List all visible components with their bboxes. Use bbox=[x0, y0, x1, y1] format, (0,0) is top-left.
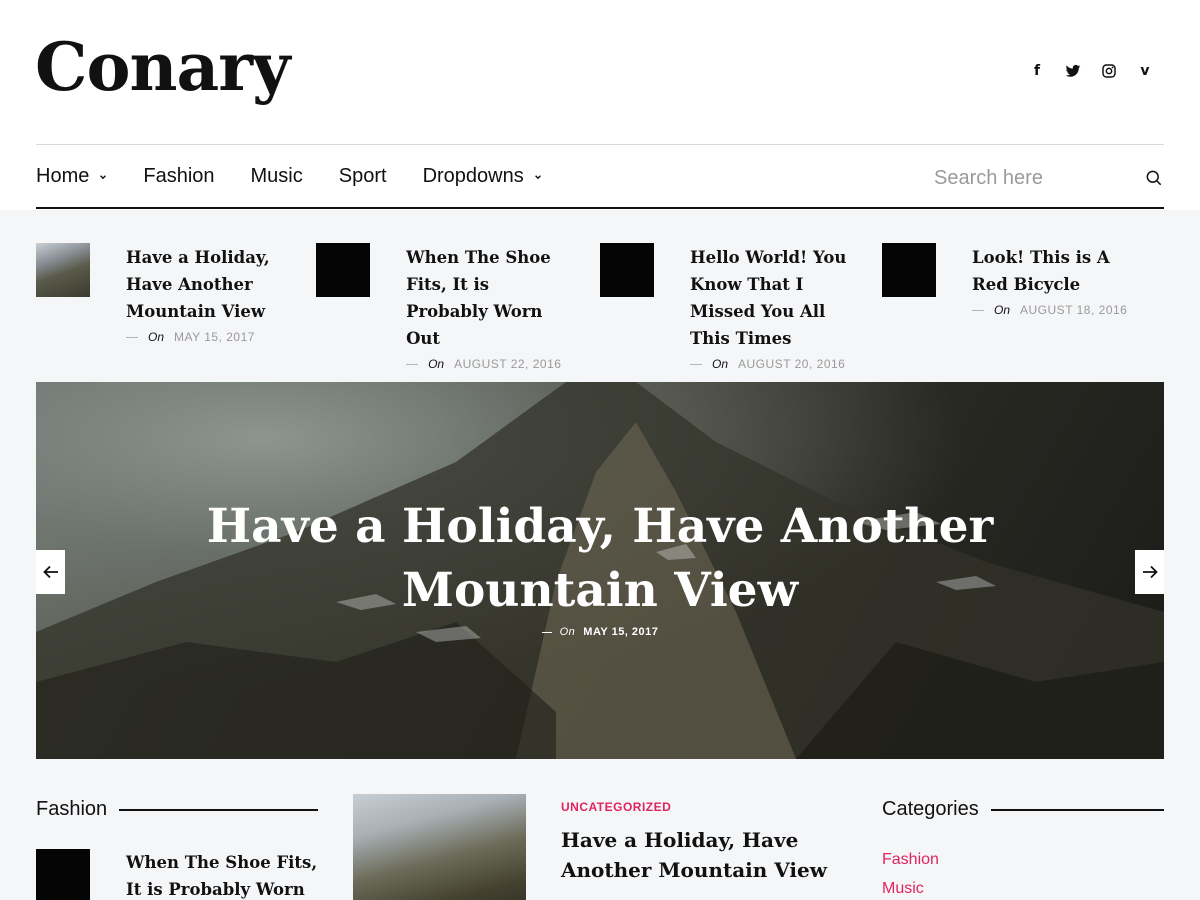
post-thumbnail[interactable] bbox=[316, 243, 371, 297]
fashion-post[interactable]: When The Shoe Fits, It is Probably Worn … bbox=[36, 849, 321, 900]
facebook-icon[interactable]: f bbox=[1028, 62, 1046, 80]
categories-section-heading: Categories bbox=[882, 798, 1164, 821]
social-links: f v bbox=[1028, 62, 1154, 80]
site-logo[interactable]: Conary bbox=[35, 28, 290, 106]
search-box bbox=[934, 163, 1164, 193]
post-title[interactable]: Have a Holiday, Have Another Mountain Vi… bbox=[126, 244, 286, 325]
chevron-down-icon bbox=[100, 174, 107, 179]
post-meta: On AUGUST 22, 2016 bbox=[406, 357, 566, 371]
slider-next-button[interactable] bbox=[1135, 550, 1164, 594]
post-meta: On AUGUST 18, 2016 bbox=[972, 303, 1132, 317]
twitter-icon[interactable] bbox=[1064, 62, 1082, 80]
nav-item-music[interactable]: Music bbox=[251, 165, 303, 188]
hero-title[interactable]: Have a Holiday, Have Another Mountain Vi… bbox=[36, 495, 1164, 623]
nav-item-home[interactable]: Home bbox=[36, 165, 107, 188]
post-title[interactable]: Have a Holiday, Have Another Mountain Vi… bbox=[561, 825, 851, 885]
nav-item-label: Music bbox=[250, 165, 303, 187]
search-icon[interactable] bbox=[1144, 168, 1164, 188]
nav-item-fashion[interactable]: Fashion bbox=[143, 165, 214, 188]
meta-dash bbox=[690, 363, 702, 365]
meta-on: On bbox=[428, 357, 445, 371]
section-title: Categories bbox=[882, 798, 979, 820]
feature-post-image[interactable] bbox=[353, 794, 526, 900]
post-title[interactable]: Hello World! You Know That I Missed You … bbox=[690, 244, 850, 352]
post-date: MAY 15, 2017 bbox=[174, 330, 255, 344]
mini-post[interactable]: Have a Holiday, Have Another Mountain Vi… bbox=[36, 243, 316, 371]
search-input[interactable] bbox=[934, 166, 1124, 190]
nav-item-label: Home bbox=[36, 165, 90, 187]
nav-item-label: Fashion bbox=[143, 165, 215, 187]
chevron-down-icon bbox=[534, 174, 541, 179]
meta-dash bbox=[406, 363, 419, 365]
meta-dash bbox=[541, 631, 552, 633]
category-link-fashion[interactable]: Fashion bbox=[882, 845, 939, 874]
arrow-left-icon bbox=[42, 565, 58, 579]
hero-slider[interactable]: Have a Holiday, Have Another Mountain Vi… bbox=[36, 382, 1164, 759]
meta-on: On bbox=[994, 303, 1011, 317]
hero-meta: On MAY 15, 2017 bbox=[36, 626, 1164, 638]
mini-post-strip: Have a Holiday, Have Another Mountain Vi… bbox=[36, 243, 1164, 371]
meta-dash bbox=[126, 336, 138, 338]
feature-post: UNCATEGORIZED Have a Holiday, Have Anoth… bbox=[561, 800, 851, 885]
nav-item-sport[interactable]: Sport bbox=[339, 165, 387, 188]
arrow-right-icon bbox=[1142, 565, 1158, 579]
slider-prev-button[interactable] bbox=[36, 550, 65, 594]
nav-item-label: Dropdowns bbox=[422, 165, 524, 187]
section-rule bbox=[119, 808, 318, 811]
post-meta: On MAY 15, 2017 bbox=[126, 330, 286, 344]
mini-post[interactable]: When The Shoe Fits, It is Probably Worn … bbox=[316, 243, 600, 371]
meta-on: On bbox=[148, 330, 165, 344]
mini-post[interactable]: Look! This is A Red Bicycle On AUGUST 18… bbox=[882, 243, 1164, 371]
meta-dash bbox=[972, 309, 984, 311]
meta-on: On bbox=[712, 357, 729, 371]
post-date: AUGUST 18, 2016 bbox=[1020, 303, 1128, 317]
categories-list: Fashion Music bbox=[882, 845, 939, 900]
post-date: AUGUST 22, 2016 bbox=[454, 357, 562, 371]
main-nav: Home Fashion Music Sport Dropdowns bbox=[36, 165, 578, 188]
post-date: AUGUST 20, 2016 bbox=[738, 357, 846, 371]
meta-on: On bbox=[559, 626, 576, 638]
nav-divider bbox=[36, 207, 1164, 209]
post-thumbnail[interactable] bbox=[882, 243, 936, 297]
header-divider bbox=[36, 144, 1164, 145]
vimeo-icon[interactable]: v bbox=[1136, 62, 1154, 80]
site-header: Conary f v Home Fashion Music Sport Drop… bbox=[0, 0, 1200, 210]
nav-item-label: Sport bbox=[338, 165, 387, 187]
post-title[interactable]: When The Shoe Fits, It is Probably Worn … bbox=[406, 244, 566, 352]
section-rule bbox=[990, 808, 1164, 811]
post-title[interactable]: When The Shoe Fits, It is Probably Worn … bbox=[126, 849, 321, 900]
fashion-section-heading: Fashion bbox=[36, 798, 318, 821]
post-meta: On AUGUST 20, 2016 bbox=[690, 357, 850, 371]
post-thumbnail[interactable] bbox=[36, 849, 90, 900]
section-title: Fashion bbox=[36, 798, 108, 820]
instagram-icon[interactable] bbox=[1100, 62, 1118, 80]
post-thumbnail[interactable] bbox=[36, 243, 90, 297]
nav-item-dropdowns[interactable]: Dropdowns bbox=[423, 165, 542, 188]
post-thumbnail[interactable] bbox=[600, 243, 654, 297]
post-title[interactable]: Look! This is A Red Bicycle bbox=[972, 244, 1132, 298]
category-link-music[interactable]: Music bbox=[882, 874, 939, 900]
hero-date: MAY 15, 2017 bbox=[583, 626, 659, 638]
mini-post[interactable]: Hello World! You Know That I Missed You … bbox=[600, 243, 882, 371]
post-category[interactable]: UNCATEGORIZED bbox=[561, 800, 851, 814]
